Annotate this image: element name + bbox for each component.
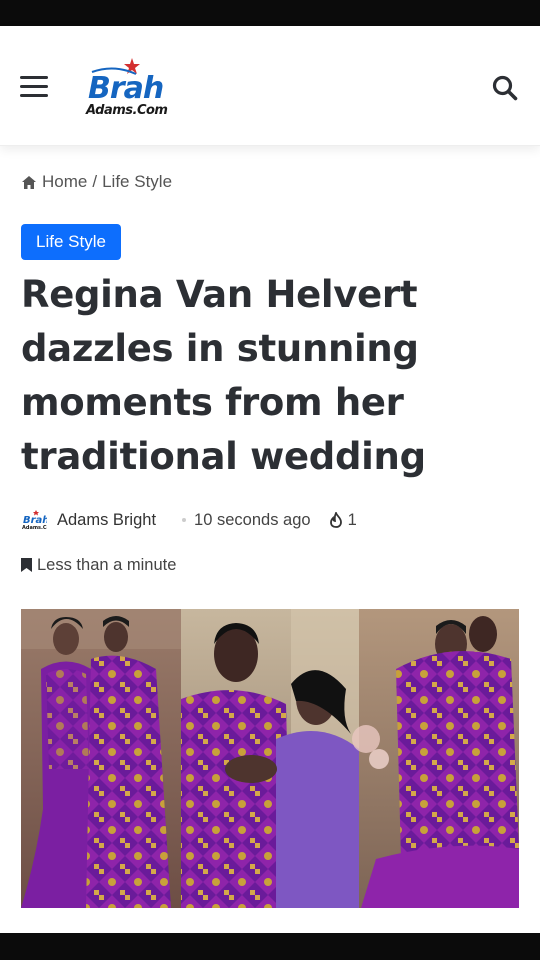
views-number: 1	[347, 510, 357, 529]
author-name[interactable]: Adams Bright	[57, 511, 156, 530]
svg-text:Adams.Com: Adams.Com	[85, 103, 167, 118]
hamburger-menu-icon[interactable]	[20, 74, 50, 100]
svg-text:Adams.Com: Adams.Com	[22, 525, 47, 531]
site-logo[interactable]: Brah Adams.Com	[84, 56, 180, 120]
site-header: Brah Adams.Com	[0, 26, 540, 146]
svg-text:Brah: Brah	[88, 71, 163, 106]
reading-time: Less than a minute	[21, 554, 176, 576]
category-badge[interactable]: Life Style	[21, 224, 121, 260]
system-nav-bar	[0, 933, 540, 960]
breadcrumb-separator: /	[92, 172, 98, 191]
brah-adams-logo-icon: Brah Adams.Com	[85, 58, 168, 118]
home-icon	[22, 175, 36, 189]
wedding-photo-collage	[21, 609, 519, 908]
post-meta: Brah Adams.Com Adams Bright 10 seconds a…	[21, 508, 357, 532]
post-time: 10 seconds ago	[194, 510, 311, 529]
author-avatar[interactable]: Brah Adams.Com	[21, 509, 47, 531]
views-count: 1	[329, 511, 357, 530]
reading-time-label: Less than a minute	[37, 555, 177, 574]
search-icon[interactable]	[491, 74, 519, 102]
featured-image[interactable]	[21, 609, 519, 908]
breadcrumb: Home / Life Style	[21, 171, 172, 193]
status-bar	[0, 0, 540, 26]
breadcrumb-category-link[interactable]: Life Style	[102, 172, 172, 192]
meta-divider	[182, 518, 187, 522]
breadcrumb-home-link[interactable]: Home	[42, 172, 87, 192]
fire-icon	[329, 512, 342, 528]
article-title: Regina Van Helvert dazzles in stunning m…	[21, 273, 426, 478]
bookmark-icon	[21, 558, 32, 572]
